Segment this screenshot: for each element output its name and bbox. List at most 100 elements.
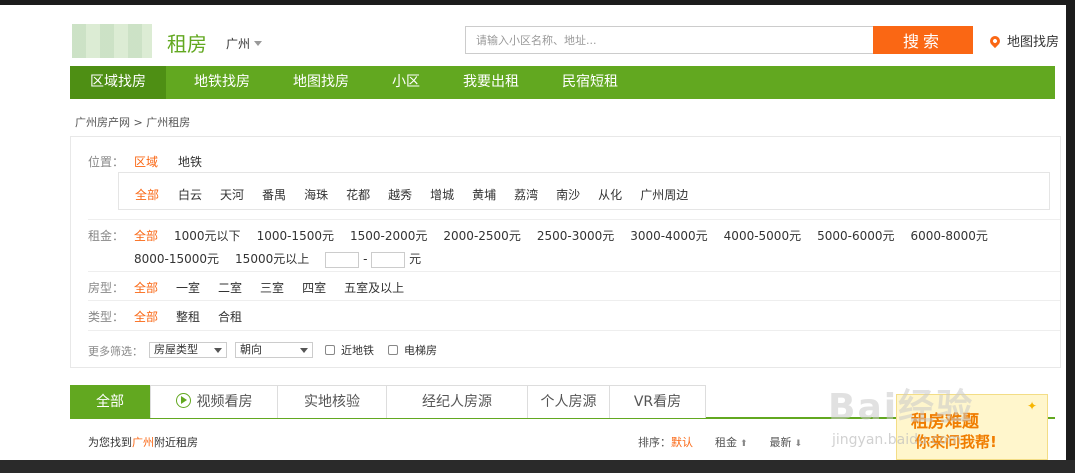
sparkle-icon: ✦ [1026, 399, 1037, 413]
rent-all[interactable]: 全部 [134, 227, 158, 244]
district-surroundings[interactable]: 广州周边 [640, 186, 688, 203]
tab-verified[interactable]: 实地核验 [277, 385, 387, 418]
district-liwan[interactable]: 荔湾 [514, 186, 538, 203]
rent-type-whole[interactable]: 整租 [176, 308, 200, 325]
divider [88, 271, 1060, 272]
rent-over-15000[interactable]: 15000元以上 [235, 250, 309, 268]
search-button[interactable]: 搜索 [873, 26, 973, 54]
map-search-label: 地图找房 [1007, 35, 1060, 50]
rent-3000-4000[interactable]: 3000-4000元 [630, 227, 707, 244]
screen-border-top [0, 0, 1075, 5]
house-type-select[interactable]: 房屋类型 [149, 342, 227, 358]
checkbox-icon [388, 345, 398, 355]
district-yuexiu[interactable]: 越秀 [388, 186, 412, 203]
chevron-down-icon [300, 348, 308, 353]
sort-default[interactable]: 排序：默认 [638, 434, 693, 450]
rent-2500-3000[interactable]: 2500-3000元 [537, 227, 614, 244]
play-icon [175, 393, 191, 408]
screen-border-right [1066, 0, 1075, 473]
sort-latest-label: 最新 [769, 436, 792, 449]
city-selector[interactable]: 广州 [226, 35, 263, 52]
nav-item-homestay[interactable]: 民宿短租 [542, 66, 638, 99]
room-type-4[interactable]: 四室 [302, 279, 326, 296]
room-type-3[interactable]: 三室 [260, 279, 284, 296]
checkbox-icon [325, 345, 335, 355]
orientation-select[interactable]: 朝向 [235, 342, 313, 358]
divider [88, 330, 1060, 331]
nav-item-subway[interactable]: 地铁找房 [174, 66, 270, 99]
rent-under-1000[interactable]: 1000元以下 [174, 227, 241, 244]
rent-8000-15000[interactable]: 8000-15000元 [134, 250, 219, 268]
district-panyu[interactable]: 番禺 [262, 186, 286, 203]
arrow-up-icon: ⬆ [740, 439, 748, 449]
room-type-5-plus[interactable]: 五室及以上 [344, 279, 404, 296]
tab-vr[interactable]: VR看房 [609, 385, 706, 418]
rent-type-shared[interactable]: 合租 [218, 308, 242, 325]
nav-item-area[interactable]: 区域找房 [70, 66, 166, 99]
ad-headline: 租房难题 [911, 412, 979, 432]
main-nav: 区域找房 地铁找房 地图找房 小区 我要出租 民宿短租 [70, 66, 1055, 99]
breadcrumb-separator: > [133, 116, 143, 129]
rent-6000-8000[interactable]: 6000-8000元 [911, 227, 988, 244]
rent-5000-6000[interactable]: 5000-6000元 [817, 227, 894, 244]
district-haizhu[interactable]: 海珠 [304, 186, 328, 203]
district-conghua[interactable]: 从化 [598, 186, 622, 203]
district-huangpu[interactable]: 黄埔 [472, 186, 496, 203]
near-subway-label: 近地铁 [341, 344, 374, 357]
ad-subline: 你来问我帮! [915, 433, 997, 451]
tab-agent-listings[interactable]: 经纪人房源 [386, 385, 528, 418]
district-options: 全部 白云 天河 番禺 海珠 花都 越秀 增城 黄埔 荔湾 南沙 从化 广州周边 [118, 172, 1050, 210]
nav-item-rent-out[interactable]: 我要出租 [443, 66, 539, 99]
rent-1500-2000[interactable]: 1500-2000元 [350, 227, 427, 244]
district-huadu[interactable]: 花都 [346, 186, 370, 203]
divider [88, 300, 1060, 301]
room-type-2[interactable]: 二室 [218, 279, 242, 296]
sort-rent-label: 租金 [715, 436, 737, 449]
location-label: 位置： [88, 155, 125, 169]
rent-min-input[interactable] [325, 251, 360, 268]
house-type-value: 房屋类型 [154, 343, 198, 356]
results-summary: 为您找到广州附近租房 [88, 434, 198, 450]
district-nansha[interactable]: 南沙 [556, 186, 580, 203]
location-mode-area[interactable]: 区域 [134, 153, 158, 170]
room-type-all[interactable]: 全部 [134, 279, 158, 296]
rent-4000-5000[interactable]: 4000-5000元 [724, 227, 801, 244]
chevron-down-icon [214, 348, 222, 353]
rent-range-dash: - [363, 252, 368, 266]
nav-item-map[interactable]: 地图找房 [273, 66, 369, 99]
ad-banner[interactable]: ✦ 租房难题 你来问我帮! [896, 394, 1048, 460]
sort-rent[interactable]: 租金 ⬆ [715, 434, 748, 450]
tab-personal-listings[interactable]: 个人房源 [527, 385, 610, 418]
rent-type-all[interactable]: 全部 [134, 308, 158, 325]
sort-default-label: 默认 [671, 436, 693, 449]
room-type-1[interactable]: 一室 [176, 279, 200, 296]
search-input[interactable] [465, 26, 873, 54]
results-city[interactable]: 广州 [132, 436, 154, 449]
nav-item-community[interactable]: 小区 [372, 66, 440, 99]
location-mode-subway[interactable]: 地铁 [178, 153, 202, 170]
tab-all[interactable]: 全部 [70, 385, 150, 418]
rent-1000-1500[interactable]: 1000-1500元 [257, 227, 334, 244]
district-baiyun[interactable]: 白云 [178, 186, 202, 203]
tab-video[interactable]: 视频看房 [150, 385, 278, 418]
filter-panel: 位置： 区域 地铁 全部 白云 天河 番禺 海珠 花都 越秀 增城 黄埔 荔湾 … [70, 136, 1061, 368]
arrow-down-icon: ⬇ [794, 439, 803, 449]
rent-label: 租金： [88, 229, 125, 243]
site-logo[interactable] [72, 24, 152, 58]
near-subway-checkbox[interactable]: 近地铁 [325, 342, 374, 358]
district-tianhe[interactable]: 天河 [220, 186, 244, 203]
rent-2000-2500[interactable]: 2000-2500元 [443, 227, 520, 244]
elevator-label: 电梯房 [404, 344, 437, 357]
rent-max-input[interactable] [371, 251, 406, 268]
sort-latest[interactable]: 最新 ⬇ [770, 434, 803, 450]
district-all[interactable]: 全部 [135, 186, 159, 203]
sort-label: 排序： [638, 436, 671, 449]
district-zengcheng[interactable]: 增城 [430, 186, 454, 203]
screen-border-bottom [0, 460, 1075, 473]
results-suffix: 附近租房 [154, 436, 198, 449]
map-search-link[interactable]: 地图找房 [987, 31, 1060, 50]
breadcrumb-current[interactable]: 广州租房 [146, 116, 190, 129]
elevator-checkbox[interactable]: 电梯房 [388, 342, 437, 358]
rent-type-label: 类型： [88, 310, 125, 324]
breadcrumb-home[interactable]: 广州房产网 [75, 116, 130, 129]
